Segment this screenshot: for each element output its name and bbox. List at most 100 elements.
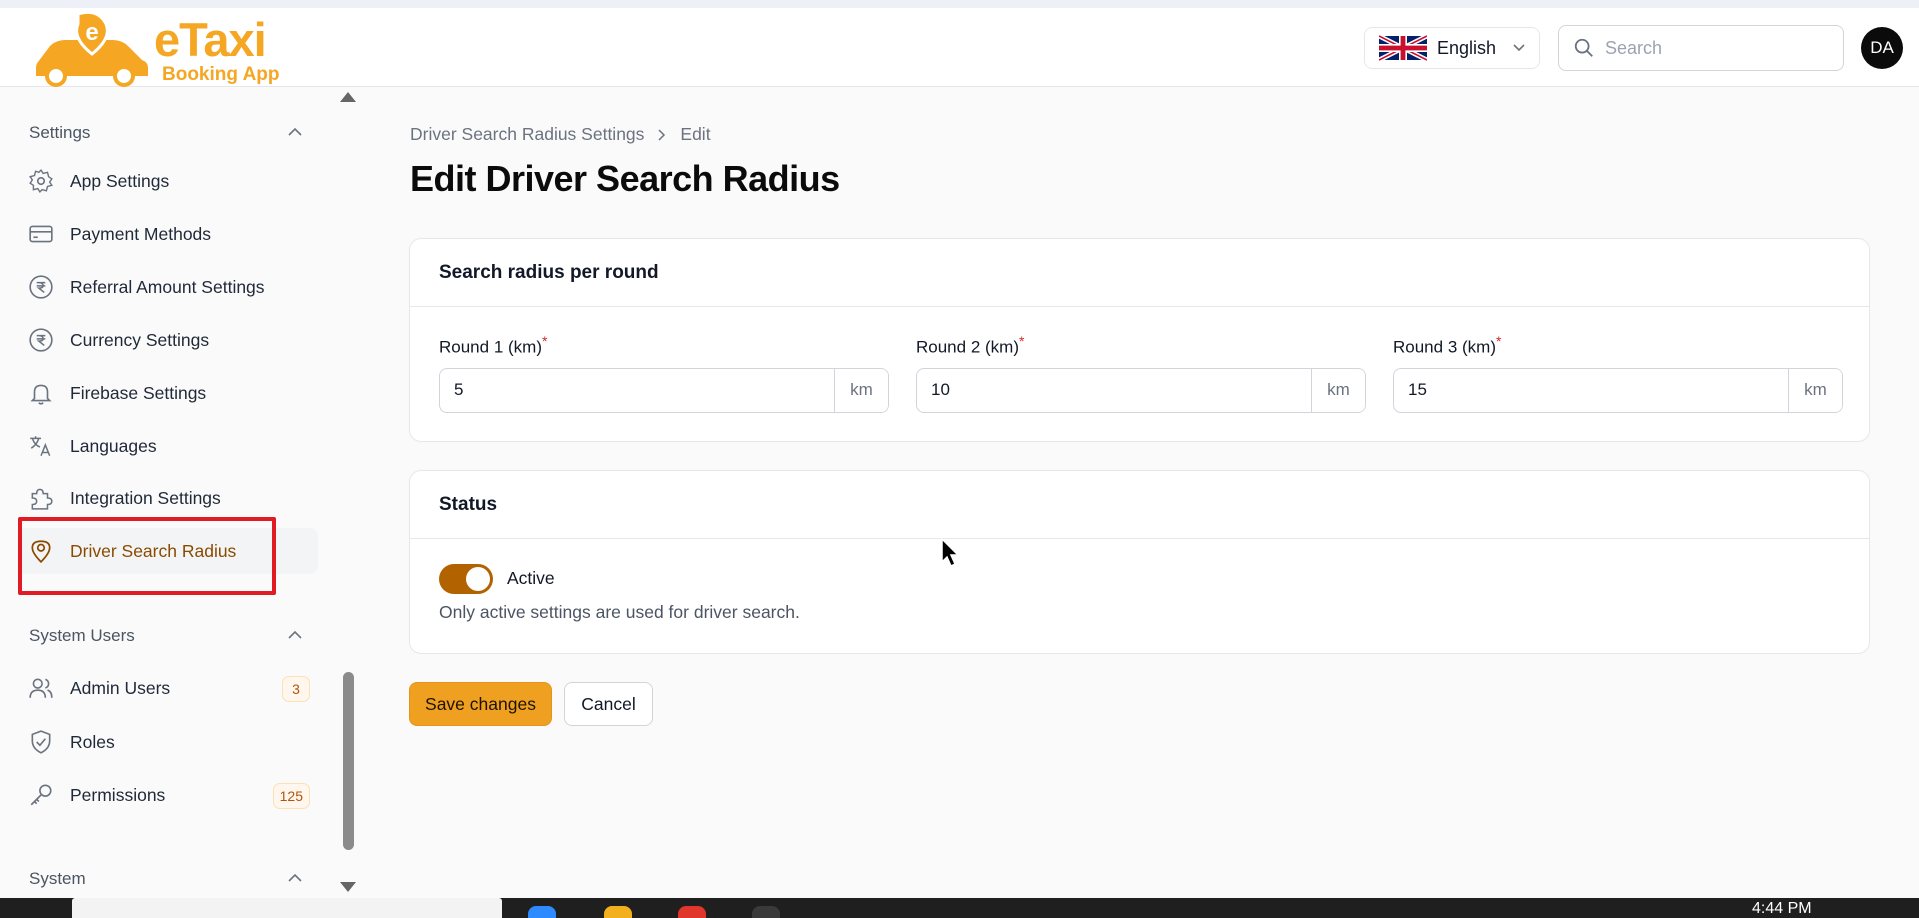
rupee-icon <box>29 328 53 352</box>
search-icon <box>1574 38 1593 57</box>
toggle-knob <box>466 567 490 591</box>
sidebar-group-settings[interactable]: Settings <box>29 123 90 143</box>
search-input[interactable] <box>1605 37 1805 59</box>
sidebar-item-firebase-settings[interactable]: Firebase Settings <box>18 370 318 416</box>
app-logo[interactable]: e eTaxi Booking App <box>32 10 292 90</box>
sidebar-item-label: Languages <box>70 435 157 456</box>
language-label: English <box>1437 37 1497 58</box>
sidebar-item-currency-settings[interactable]: Currency Settings <box>18 317 318 363</box>
browser-icon[interactable] <box>678 906 706 918</box>
user-avatar[interactable]: DA <box>1861 27 1903 69</box>
status-card: Status Active Only active settings are u… <box>409 470 1870 654</box>
round-1-field: Round 1 (km)* km <box>439 333 889 413</box>
sidebar: Settings App Settings Payment Methods Re… <box>0 87 358 898</box>
count-badge: 3 <box>282 676 310 702</box>
sidebar-item-admin-users[interactable]: Admin Users 3 <box>18 665 318 711</box>
status-help-text: Only active settings are used for driver… <box>439 602 800 622</box>
card-title: Status <box>410 471 1869 539</box>
required-asterisk: * <box>1018 333 1025 349</box>
card-title: Search radius per round <box>410 239 1869 307</box>
terminal-icon[interactable] <box>752 906 780 918</box>
rupee-icon <box>29 275 53 299</box>
sidebar-item-referral-amount-settings[interactable]: Referral Amount Settings <box>18 264 318 310</box>
sidebar-scrollbar-thumb[interactable] <box>343 672 354 850</box>
chevron-up-icon[interactable] <box>287 873 303 883</box>
chevron-right-icon <box>658 128 666 141</box>
taskbar-app-icon[interactable] <box>528 906 556 918</box>
sidebar-item-label: Firebase Settings <box>70 382 207 403</box>
key-icon <box>30 784 52 806</box>
round-2-input[interactable] <box>917 368 1311 412</box>
breadcrumb-current: Edit <box>680 124 711 144</box>
users-icon <box>29 678 53 698</box>
svg-text:e: e <box>85 19 98 46</box>
puzzle-icon <box>31 488 53 510</box>
sidebar-item-label: Driver Search Radius <box>70 540 237 561</box>
required-asterisk: * <box>541 333 548 349</box>
taskbar-clock: 4:44 PM <box>1752 900 1812 917</box>
sidebar-item-roles[interactable]: Roles <box>18 719 318 765</box>
shield-check-icon <box>31 730 51 754</box>
sidebar-item-label: Payment Methods <box>70 223 212 244</box>
round-2-input-group: km <box>916 367 1366 413</box>
folder-icon[interactable] <box>604 906 632 918</box>
sidebar-item-label: Currency Settings <box>70 329 210 350</box>
cancel-button[interactable]: Cancel <box>564 682 653 726</box>
sidebar-group-system-users[interactable]: System Users <box>29 626 135 646</box>
round-1-label: Round 1 (km) <box>439 337 542 357</box>
active-toggle[interactable] <box>439 564 493 594</box>
chevron-up-icon[interactable] <box>287 630 303 640</box>
sidebar-item-app-settings[interactable]: App Settings <box>18 158 318 204</box>
chevron-down-icon <box>1513 44 1525 52</box>
taxi-logo-icon: e <box>36 10 148 87</box>
sidebar-item-payment-methods[interactable]: Payment Methods <box>18 211 318 257</box>
unit-suffix: km <box>1311 368 1365 412</box>
sidebar-item-languages[interactable]: Languages <box>18 423 318 469</box>
bell-icon <box>30 384 52 405</box>
sidebar-item-driver-search-radius[interactable]: Driver Search Radius <box>18 528 318 574</box>
round-3-field: Round 3 (km)* km <box>1393 333 1843 413</box>
count-badge: 125 <box>272 783 310 809</box>
search-radius-card: Search radius per round Round 1 (km)* km… <box>409 238 1870 442</box>
round-1-input-group: km <box>439 367 889 413</box>
top-bar: e eTaxi Booking App English DA <box>0 0 1919 87</box>
logo-subtitle: Booking App <box>162 64 280 85</box>
os-taskbar: 4:44 PM <box>0 898 1919 918</box>
gear-icon <box>29 169 53 193</box>
map-pin-icon <box>31 540 51 564</box>
uk-flag-icon <box>1379 35 1427 61</box>
sidebar-item-label: Roles <box>70 731 115 752</box>
logo-title: eTaxi <box>154 13 267 66</box>
round-3-input[interactable] <box>1394 368 1788 412</box>
round-3-input-group: km <box>1393 367 1843 413</box>
search-box[interactable] <box>1558 25 1844 71</box>
save-changes-button[interactable]: Save changes <box>409 682 552 726</box>
language-selector[interactable]: English <box>1364 27 1540 69</box>
required-asterisk: * <box>1495 333 1502 349</box>
sidebar-item-permissions[interactable]: Permissions 125 <box>18 772 318 818</box>
translate-icon <box>30 436 51 457</box>
scroll-up-arrow[interactable] <box>340 92 356 102</box>
active-toggle-label: Active <box>507 568 555 588</box>
unit-suffix: km <box>1788 368 1842 412</box>
sidebar-item-label: Referral Amount Settings <box>70 276 265 297</box>
sidebar-item-label: App Settings <box>70 170 170 191</box>
scroll-down-arrow[interactable] <box>340 882 356 892</box>
chevron-up-icon[interactable] <box>287 127 303 137</box>
round-2-field: Round 2 (km)* km <box>916 333 1366 413</box>
sidebar-item-label: Permissions <box>70 784 166 805</box>
taskbar-search[interactable] <box>72 898 502 918</box>
breadcrumb: Driver Search Radius Settings Edit <box>410 124 711 145</box>
page-title: Edit Driver Search Radius <box>410 158 840 199</box>
sidebar-group-system[interactable]: System <box>29 869 86 889</box>
round-2-label: Round 2 (km) <box>916 337 1019 357</box>
round-3-label: Round 3 (km) <box>1393 337 1496 357</box>
credit-card-icon <box>29 225 53 243</box>
sidebar-item-label: Integration Settings <box>70 487 221 508</box>
sidebar-item-label: Admin Users <box>70 677 171 698</box>
breadcrumb-parent-link[interactable]: Driver Search Radius Settings <box>410 124 644 145</box>
mouse-cursor-icon <box>941 538 960 568</box>
sidebar-item-integration-settings[interactable]: Integration Settings <box>18 475 318 521</box>
unit-suffix: km <box>834 368 888 412</box>
round-1-input[interactable] <box>440 368 834 412</box>
